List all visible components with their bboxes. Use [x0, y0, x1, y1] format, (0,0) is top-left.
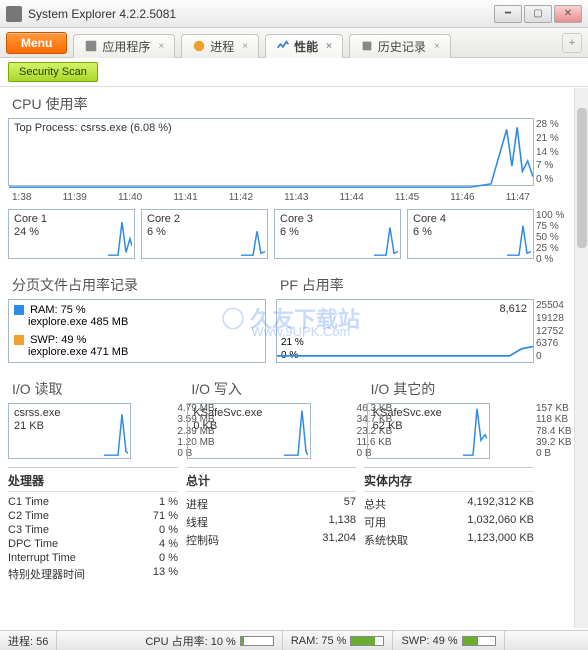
ram-proc: iexplore.exe 485 MB — [28, 316, 128, 328]
maximize-button[interactable]: ▢ — [524, 5, 552, 23]
performance-icon — [276, 39, 290, 53]
stats-mem-header: 实体内存 — [364, 472, 534, 492]
stats-mem: 实体内存 总共4,192,312 KB 可用1,032,060 KB 系统快取1… — [364, 467, 534, 583]
status-processes: 进程: 56 — [0, 631, 57, 650]
window-title: System Explorer 4.2.2.5081 — [28, 7, 494, 21]
close-icon[interactable]: × — [434, 41, 440, 52]
tab-label: 历史记录 — [378, 38, 426, 55]
titlebar: System Explorer 4.2.2.5081 ━ ▢ ✕ — [0, 0, 588, 28]
minimize-button[interactable]: ━ — [494, 5, 522, 23]
cpu-section-title: CPU 使用率 — [8, 88, 574, 118]
core2-chart: Core 2 6 % — [141, 209, 268, 259]
tab-history[interactable]: 历史记录 × — [349, 34, 451, 58]
io-other-title: I/O 其它的 — [367, 373, 534, 403]
content-pane: CPU 使用率 Top Process: csrss.exe (6.08 %) … — [8, 88, 588, 628]
security-bar: Security Scan — [0, 58, 588, 87]
close-icon[interactable]: × — [158, 41, 164, 52]
stats-totals: 总计 进程57 线程1,138 控制码31,204 — [186, 467, 356, 583]
io-other-chart: KSafeSvc.exe 62 KB — [367, 403, 490, 459]
status-swp: SWP: 49 % — [393, 631, 504, 650]
tab-processes[interactable]: 进程 × — [181, 34, 259, 58]
applications-icon — [84, 39, 98, 53]
security-scan-button[interactable]: Security Scan — [8, 62, 98, 82]
tab-label: 性能 — [294, 38, 318, 55]
cpu-xaxis: 1:3811:3911:4011:4111:4211:4311:4411:451… — [8, 190, 534, 209]
status-ram: RAM: 75 % — [283, 631, 394, 650]
cpu-usage-chart: Top Process: csrss.exe (6.08 %) — [8, 118, 534, 186]
close-icon[interactable]: × — [242, 41, 248, 52]
stats-totals-header: 总计 — [186, 472, 356, 492]
tab-label: 应用程序 — [102, 38, 150, 55]
swp-legend-icon — [14, 335, 24, 345]
cpu-yaxis: 28 %21 %14 %7 %0 % — [536, 118, 570, 186]
history-icon — [360, 39, 374, 53]
status-bar: 进程: 56 CPU 占用率: 10 % RAM: 75 % SWP: 49 % — [0, 630, 588, 650]
cores-yaxis: 100 %75 %50 %25 %0 % — [536, 209, 570, 259]
pagefile-chart: RAM: 75 % iexplore.exe 485 MB SWP: 49 % … — [8, 299, 266, 363]
ram-label: RAM: 75 % — [30, 304, 86, 316]
app-icon — [6, 6, 22, 22]
core1-chart: Core 1 24 % — [8, 209, 135, 259]
tab-performance[interactable]: 性能 × — [265, 34, 343, 58]
tab-bar: Menu 应用程序 × 进程 × 性能 × 历史记录 × + — [0, 28, 588, 58]
watermark-url: Www.9UPK.Com — [251, 324, 350, 339]
processes-icon — [192, 39, 206, 53]
tab-label: 进程 — [210, 38, 234, 55]
ram-legend-icon — [14, 305, 24, 315]
core3-chart: Core 3 6 % — [274, 209, 401, 259]
stats-cpu-header: 处理器 — [8, 472, 178, 492]
pf-title: PF 占用率 — [276, 269, 534, 299]
stats-row: 处理器 C1 Time1 % C2 Time71 % C3 Time0 % DP… — [8, 467, 534, 583]
io-write-title: I/O 写入 — [187, 373, 354, 403]
swp-proc: iexplore.exe 471 MB — [28, 346, 128, 358]
close-button[interactable]: ✕ — [554, 5, 582, 23]
io-read-chart: csrss.exe 21 KB — [8, 403, 131, 459]
close-icon[interactable]: × — [326, 41, 332, 52]
pf-yaxis: 25504191281275263760 — [536, 299, 570, 363]
core4-chart: Core 4 6 % — [407, 209, 534, 259]
menu-button[interactable]: Menu — [6, 32, 67, 54]
vertical-scrollbar[interactable] — [574, 88, 588, 628]
swp-label: SWP: 49 % — [30, 334, 86, 346]
add-tab-button[interactable]: + — [562, 33, 582, 53]
status-cpu: CPU 占用率: 10 % — [137, 631, 282, 650]
pagefile-title: 分页文件占用率记录 — [8, 269, 266, 299]
io-write-chart: KSafeSvc.exe 0 KB — [187, 403, 310, 459]
stats-cpu: 处理器 C1 Time1 % C2 Time71 % C3 Time0 % DP… — [8, 467, 178, 583]
tab-applications[interactable]: 应用程序 × — [73, 34, 175, 58]
cores-row: Core 1 24 % Core 2 6 % Core 3 6 % Core 4… — [8, 209, 534, 259]
io-read-title: I/O 读取 — [8, 373, 175, 403]
